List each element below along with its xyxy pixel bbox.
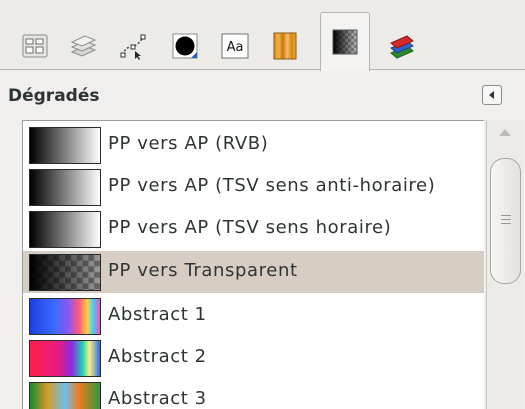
gradient-swatch: [29, 254, 101, 291]
fonts-icon: Aa: [221, 33, 249, 59]
gradient-swatch: [29, 298, 101, 335]
brushes-icon: [172, 33, 198, 59]
dock-tab-bar: Aa: [0, 0, 525, 71]
gradient-name: Abstract 3: [108, 388, 207, 409]
tab-menu-button[interactable]: [482, 85, 502, 105]
gradient-name: Abstract 2: [108, 346, 207, 367]
gradients-dock: Aa Dégradés PP vers AP (RVB) PP vers AP …: [0, 0, 525, 409]
patterns-icon: [273, 32, 297, 60]
thumb-grip-line: [501, 215, 511, 216]
gradients-icon: [332, 29, 358, 55]
gradient-list[interactable]: PP vers AP (RVB) PP vers AP (TSV sens an…: [22, 120, 484, 409]
gradient-swatch: [29, 127, 101, 164]
gradient-row-abstract-1[interactable]: Abstract 1: [23, 295, 484, 337]
tab-layers[interactable]: [58, 22, 108, 70]
tab-tool-options[interactable]: [10, 22, 60, 70]
gradient-swatch: [29, 169, 101, 206]
tab-gradients[interactable]: [320, 12, 370, 71]
gradient-name: PP vers Transparent: [108, 260, 298, 281]
gradient-swatch: [29, 382, 101, 409]
tab-menu-icon: [489, 91, 494, 99]
palettes-icon: [390, 35, 414, 59]
gradient-name: Abstract 1: [108, 304, 207, 325]
tab-brushes[interactable]: [160, 22, 210, 70]
thumb-grip-line: [501, 223, 511, 224]
scroll-thumb[interactable]: [490, 158, 521, 284]
gradient-name: PP vers AP (RVB): [108, 133, 269, 154]
tab-paths[interactable]: [108, 22, 158, 70]
thumb-grip-line: [501, 219, 511, 220]
gradient-row-fg-bg-hsv-ccw[interactable]: PP vers AP (TSV sens anti-horaire): [23, 166, 484, 208]
tab-patterns[interactable]: [260, 22, 310, 70]
gradient-swatch: [29, 340, 101, 377]
gradient-row-fg-bg-rgb[interactable]: PP vers AP (RVB): [23, 124, 484, 166]
gradient-row-fg-bg-hsv-cw[interactable]: PP vers AP (TSV sens horaire): [23, 208, 484, 250]
tool-options-icon: [22, 34, 48, 58]
svg-text:Aa: Aa: [227, 40, 244, 55]
gradient-row-abstract-3[interactable]: Abstract 3: [23, 379, 484, 409]
tab-palettes[interactable]: [376, 22, 426, 70]
scroll-up-arrow-icon[interactable]: [499, 129, 511, 136]
gradient-swatch: [29, 211, 101, 248]
list-scrollbar[interactable]: [486, 120, 524, 409]
gradient-row-abstract-2[interactable]: Abstract 2: [23, 337, 484, 379]
gradient-name: PP vers AP (TSV sens anti-horaire): [108, 175, 436, 196]
gradient-name: PP vers AP (TSV sens horaire): [108, 217, 392, 238]
layers-icon: [70, 35, 97, 57]
tab-fonts[interactable]: Aa: [210, 22, 260, 70]
gradient-row-fg-transparent[interactable]: PP vers Transparent: [23, 251, 484, 293]
dock-title: Dégradés: [8, 86, 100, 106]
paths-icon: [120, 34, 146, 60]
